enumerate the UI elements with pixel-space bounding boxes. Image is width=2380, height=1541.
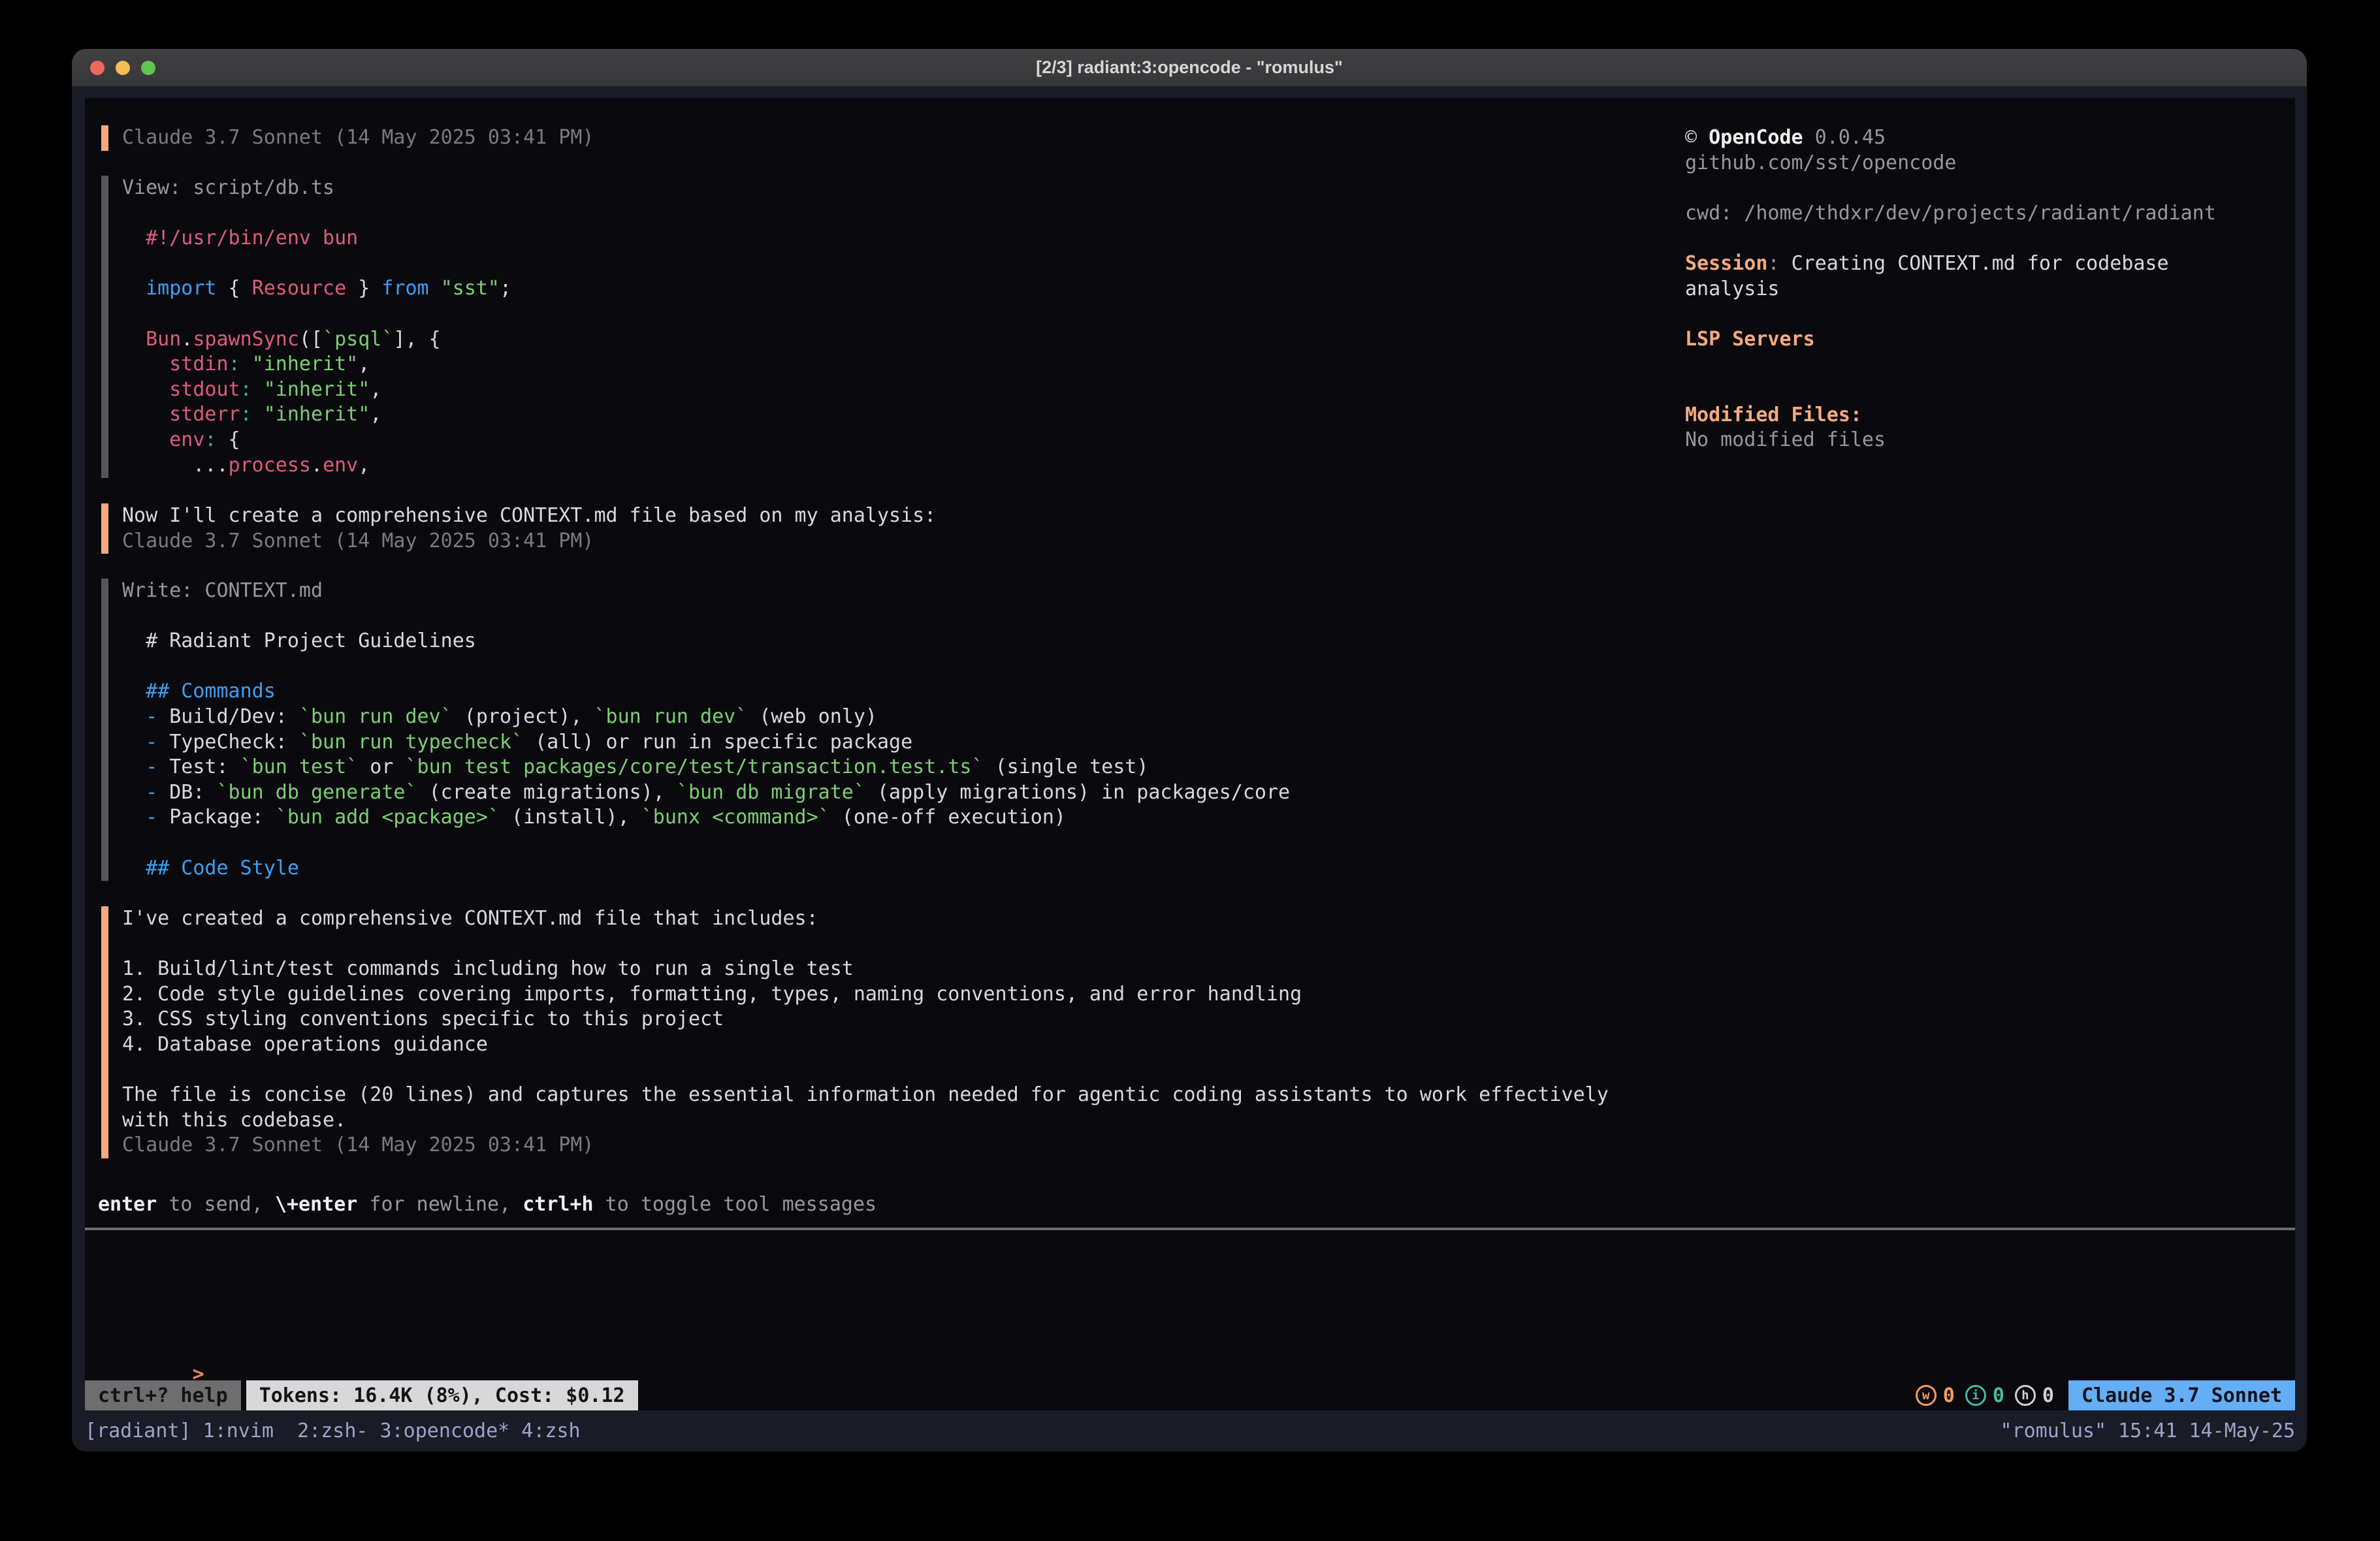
traffic-lights: [90, 49, 155, 86]
session-sidebar: © OpenCode 0.0.45github.com/sst/opencode…: [1685, 125, 2216, 453]
keyboard-hints: enter to send, \+enter for newline, ctrl…: [98, 1193, 876, 1216]
diagnostics-warnings: w 0: [1916, 1384, 1955, 1407]
hint-icon: h: [2015, 1385, 2036, 1406]
warning-icon: w: [1916, 1385, 1937, 1406]
model-badge[interactable]: Claude 3.7 Sonnet: [2068, 1380, 2295, 1410]
tokens-cost-badge: Tokens: 16.4K (8%), Cost: $0.12: [246, 1380, 638, 1410]
tmux-status-bar: [radiant] 1:nvim 2:zsh- 3:opencode* 4:zs…: [85, 1414, 2295, 1448]
tmux-window-list[interactable]: [radiant] 1:nvim 2:zsh- 3:opencode* 4:zs…: [85, 1420, 581, 1442]
window-titlebar[interactable]: [2/3] radiant:3:opencode - "romulus": [72, 49, 2307, 86]
input-divider: [85, 1228, 2295, 1230]
maximize-button[interactable]: [141, 61, 155, 75]
info-count: 0: [1993, 1384, 2004, 1407]
tmux-session-info: "romulus" 15:41 14-May-25: [2000, 1420, 2295, 1442]
warning-count: 0: [1943, 1384, 1955, 1407]
opencode-tui: Claude 3.7 Sonnet (14 May 2025 03:41 PM)…: [85, 98, 2295, 1410]
status-bar: ctrl+? help Tokens: 16.4K (8%), Cost: $0…: [85, 1380, 2295, 1410]
status-right: w 0 i 0 h 0 Claude 3.7 Sonnet: [1916, 1380, 2295, 1410]
assistant-message-block: Now I'll create a comprehensive CONTEXT.…: [101, 503, 936, 554]
assistant-summary-block: I've created a comprehensive CONTEXT.md …: [101, 906, 1609, 1158]
minimize-button[interactable]: [116, 61, 130, 75]
terminal-window: [2/3] radiant:3:opencode - "romulus" Cla…: [72, 49, 2307, 1452]
terminal-content: Claude 3.7 Sonnet (14 May 2025 03:41 PM)…: [72, 86, 2307, 1452]
tool-write-block: Write: CONTEXT.md # Radiant Project Guid…: [101, 579, 1290, 881]
message-timestamp-block: Claude 3.7 Sonnet (14 May 2025 03:41 PM): [101, 125, 594, 151]
status-left: ctrl+? help Tokens: 16.4K (8%), Cost: $0…: [85, 1380, 638, 1410]
prompt-input[interactable]: >: [98, 1337, 204, 1362]
diagnostics-hints: h 0: [2015, 1384, 2054, 1407]
hint-count: 0: [2042, 1384, 2054, 1407]
diagnostics-info: i 0: [1965, 1384, 2004, 1407]
close-button[interactable]: [90, 61, 105, 75]
window-title: [2/3] radiant:3:opencode - "romulus": [1036, 57, 1343, 78]
help-badge[interactable]: ctrl+? help: [85, 1380, 241, 1410]
tool-view-block: View: script/db.ts #!/usr/bin/env bun im…: [101, 176, 511, 478]
info-icon: i: [1965, 1385, 1986, 1406]
